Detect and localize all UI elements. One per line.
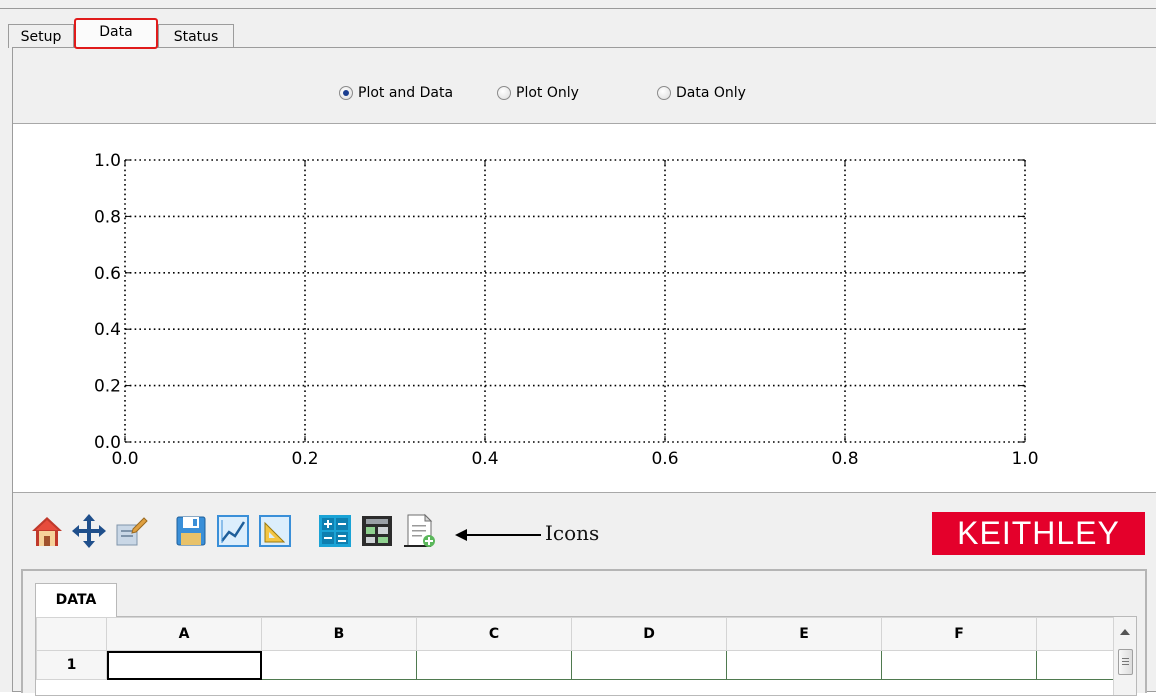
cell-d1[interactable]	[571, 650, 727, 680]
corner-cell[interactable]	[36, 617, 107, 651]
icons-annotation-label: Icons	[545, 521, 600, 545]
cell-f1[interactable]	[881, 650, 1037, 680]
empty-plot-chart[interactable]: 0.0 0.2 0.4 0.6 0.8 1.00.00.20.40.60.81.0	[13, 124, 1155, 492]
column-header-d[interactable]: D	[571, 617, 727, 651]
table-data-icon[interactable]	[359, 513, 395, 549]
y-tick-label: 0.0	[94, 433, 121, 453]
tab-setup[interactable]: Setup	[8, 24, 74, 48]
spreadsheet-panel: DATA A B C D E F 1	[21, 569, 1147, 696]
radio-indicator[interactable]	[657, 86, 671, 100]
pan-move-icon[interactable]	[71, 513, 107, 549]
radio-plot-and-data[interactable]: Plot and Data	[339, 85, 453, 101]
home-icon[interactable]	[29, 513, 65, 549]
left-arrow-annotation-icon	[455, 529, 541, 541]
app-window: Setup Data Status Plot and Data Plot Onl…	[0, 0, 1156, 696]
export-document-icon[interactable]	[401, 513, 437, 549]
plot-area[interactable]: 0.0 0.2 0.4 0.6 0.8 1.0 0.0 0.2 0.4 0.6 0.8 1.0	[13, 123, 1156, 493]
spreadsheet-grid: A B C D E F 1	[36, 617, 1115, 680]
column-header-b[interactable]: B	[261, 617, 417, 651]
column-header-f[interactable]: F	[881, 617, 1037, 651]
edit-properties-icon[interactable]	[113, 513, 149, 549]
y-tick-label: 1.0	[94, 151, 121, 171]
cell-e1[interactable]	[726, 650, 882, 680]
scrollbar-thumb[interactable]	[1118, 649, 1133, 675]
x-tick-label: 0.4	[471, 449, 498, 469]
spreadsheet-grid-frame: A B C D E F 1	[35, 616, 1137, 696]
radio-indicator[interactable]	[497, 86, 511, 100]
radio-label: Data Only	[676, 85, 746, 101]
cell-c1[interactable]	[416, 650, 572, 680]
y-tick-label: 0.4	[94, 320, 121, 340]
column-header-g[interactable]	[1036, 617, 1115, 651]
calculator-icon[interactable]	[317, 513, 353, 549]
sheet-tab-data[interactable]: DATA	[35, 583, 117, 617]
column-header-a[interactable]: A	[106, 617, 262, 651]
radio-plot-only[interactable]: Plot Only	[497, 85, 579, 101]
x-tick-label: 0.6	[651, 449, 678, 469]
window-top-border	[0, 8, 1156, 9]
y-tick-label: 0.2	[94, 377, 121, 397]
row-header-1[interactable]: 1	[36, 650, 107, 680]
radio-label: Plot and Data	[358, 85, 454, 101]
column-header-e[interactable]: E	[726, 617, 882, 651]
line-chart-icon[interactable]	[215, 513, 251, 549]
x-tick-label: 0.8	[831, 449, 858, 469]
table-row: 1	[36, 650, 1115, 680]
x-tick-label: 0.2	[291, 449, 318, 469]
radio-selected-indicator[interactable]	[339, 86, 353, 100]
tab-data[interactable]: Data	[74, 18, 158, 49]
column-header-row: A B C D E F	[36, 617, 1115, 651]
y-tick-label: 0.6	[94, 264, 121, 284]
y-tick-label: 0.8	[94, 207, 121, 227]
vertical-scrollbar[interactable]	[1113, 617, 1136, 695]
view-options-bar: Plot and Data Plot Only Data Only	[13, 48, 1156, 123]
column-header-c[interactable]: C	[416, 617, 572, 651]
cell-b1[interactable]	[261, 650, 417, 680]
cell-a1[interactable]	[106, 650, 262, 680]
radio-data-only[interactable]: Data Only	[657, 85, 746, 101]
tab-status[interactable]: Status	[158, 24, 234, 48]
data-tab-panel: Plot and Data Plot Only Data Only 0.0 0.2…	[12, 47, 1156, 696]
keithley-logo: KEITHLEY	[932, 512, 1145, 555]
cell-g1[interactable]	[1036, 650, 1115, 680]
x-tick-label: 1.0	[1011, 449, 1038, 469]
save-icon[interactable]	[173, 513, 209, 549]
radio-label: Plot Only	[516, 85, 579, 101]
scroll-up-arrow-icon[interactable]	[1120, 629, 1130, 635]
ruler-icon[interactable]	[257, 513, 293, 549]
plot-toolbar: Icons KEITHLEY	[13, 493, 1156, 569]
